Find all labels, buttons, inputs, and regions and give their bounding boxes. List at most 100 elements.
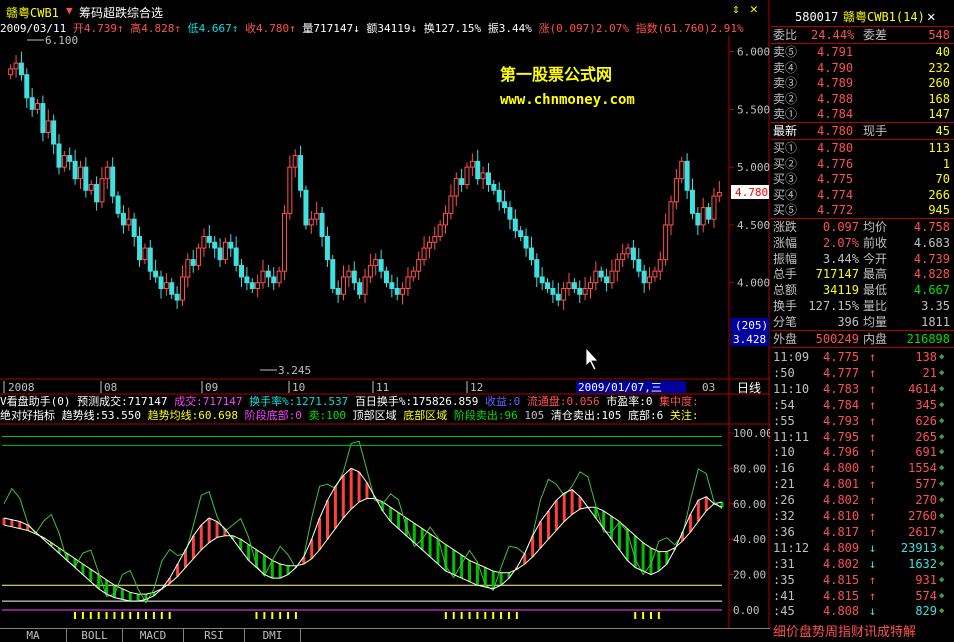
bottom-signal-mark (255, 612, 258, 619)
tick-volume: 23913 (900, 540, 937, 555)
stat-value: 396 (837, 314, 859, 329)
stat-value: 0.097 (822, 220, 859, 234)
tab-dmi[interactable]: DMI (245, 629, 301, 642)
indicator-bar (546, 510, 550, 540)
bottom-signal-mark (279, 612, 282, 619)
candle-body (502, 201, 508, 209)
waipan-row: 外盘 500249 内盘 216898 (773, 332, 950, 346)
candle-body (700, 207, 706, 226)
order-level-label: 买③ (773, 172, 798, 187)
panel-footer-tabs[interactable]: 细价盘势周指财讯成特解 (771, 625, 954, 641)
sell-order-row: 卖② 4.788 168 (771, 91, 954, 107)
candle-body (475, 160, 481, 180)
indicator-tick-label: 100.00 (733, 427, 770, 440)
candle-body (545, 282, 551, 290)
stat-row: 涨跌 0.097 均价 4.758 (771, 219, 954, 235)
order-volume: 260 (928, 76, 950, 91)
candle-body (459, 178, 465, 185)
stat-value: 4.667 (913, 283, 950, 298)
tick-volume: 270 (915, 493, 937, 508)
tick-row: :55 4.793 ↑ 626 ◆ (771, 413, 954, 429)
bottom-signal-mark (460, 612, 463, 619)
candle-body (228, 241, 234, 249)
order-level-label: 卖① (773, 107, 798, 122)
sell-order-row: 卖④ 4.790 232 (771, 60, 954, 76)
bottom-signal-mark (129, 612, 132, 619)
tick-direction-icon: ↑ (869, 461, 877, 476)
candle-body (292, 155, 298, 168)
tick-marker: ◆ (939, 558, 945, 569)
order-price: 4.788 (817, 91, 854, 106)
tick-direction-icon: ↑ (869, 445, 877, 460)
tick-marker: ◆ (939, 463, 945, 474)
tick-time: :32 (773, 509, 795, 523)
candle-body (61, 155, 67, 168)
candle-body (673, 178, 679, 203)
stat-value: 3.44% (822, 251, 859, 266)
indicator-bar (89, 569, 93, 582)
candle-body (357, 282, 363, 295)
order-price: 4.784 (817, 107, 854, 122)
candle-body (389, 282, 395, 290)
tick-time: :10 (773, 445, 795, 460)
bottom-signal-mark (168, 612, 171, 619)
tick-price: 4.802 (823, 556, 860, 571)
candle-body (271, 276, 277, 284)
period-label[interactable]: 日线 (737, 381, 761, 395)
chart-area[interactable]: 6.000 5.500 5.000 4.500 4.000 6.100 3.245 4.… (0, 0, 770, 628)
tick-price: 4.810 (823, 509, 860, 523)
tab-rsi[interactable]: RSI (184, 629, 245, 642)
candle-body (110, 166, 116, 197)
tick-marker: ◆ (939, 447, 945, 458)
tick-marker: ◆ (939, 606, 945, 617)
tick-marker: ◆ (939, 399, 945, 410)
buy-order-row: 买① 4.780 113 (771, 140, 954, 156)
stat-label: 换手 (773, 299, 798, 313)
price-tick-label: 5.500 (737, 103, 770, 116)
indicator-line (3, 467, 723, 602)
stat-row: 分笔 396 均量 1811 (771, 314, 954, 330)
stat-row: 总额 34119 最低 4.667 (771, 282, 954, 298)
order-volume: 168 (928, 91, 950, 106)
candle-body (550, 288, 556, 295)
indicator-bar (207, 517, 211, 543)
indicator-bar (357, 471, 361, 503)
indicator-line (3, 498, 723, 595)
tick-price: 4.793 (823, 413, 860, 428)
candle-body (416, 259, 422, 272)
candle-body (24, 74, 30, 99)
bottom-signal-mark (145, 612, 148, 619)
tick-time: 11:09 (773, 350, 810, 364)
tab-macd[interactable]: MACD (123, 629, 184, 642)
tick-row: 11:10 4.783 ↑ 4614 ◆ (771, 381, 954, 397)
order-volume: 266 (928, 187, 950, 202)
candle-body (233, 247, 239, 266)
candle-body (104, 166, 110, 180)
bottom-signal-mark (500, 612, 503, 619)
price-tick-label: 6.000 (737, 46, 770, 59)
tick-volume: 574 (915, 588, 937, 603)
order-level-label: 买⑤ (773, 203, 798, 218)
stat-value: 717147 (815, 267, 859, 282)
tick-price: 4.784 (823, 397, 860, 412)
order-volume: 113 (928, 141, 950, 155)
tick-price: 4.808 (823, 604, 860, 619)
bottom-signal-mark (657, 612, 660, 619)
candle-body (217, 247, 223, 261)
order-volume: 945 (928, 203, 950, 218)
candle-body (13, 62, 19, 70)
indicator-bar (641, 542, 645, 572)
tab-ma[interactable]: MA (0, 629, 67, 642)
tick-price: 4.815 (823, 572, 860, 587)
x-label-12: 12 (470, 381, 483, 394)
candle-body (346, 270, 352, 278)
stat-label: 最高 (863, 267, 888, 282)
order-price: 4.775 (817, 172, 854, 187)
close-panel-icon[interactable]: ✕ (927, 9, 935, 25)
candle-body (534, 259, 540, 278)
buy-order-row: 买② 4.776 1 (771, 156, 954, 172)
tab-boll[interactable]: BOLL (67, 629, 123, 642)
candle-body (652, 270, 658, 278)
bottom-signal-mark (271, 612, 274, 619)
stat-value: 127.15% (808, 299, 859, 313)
